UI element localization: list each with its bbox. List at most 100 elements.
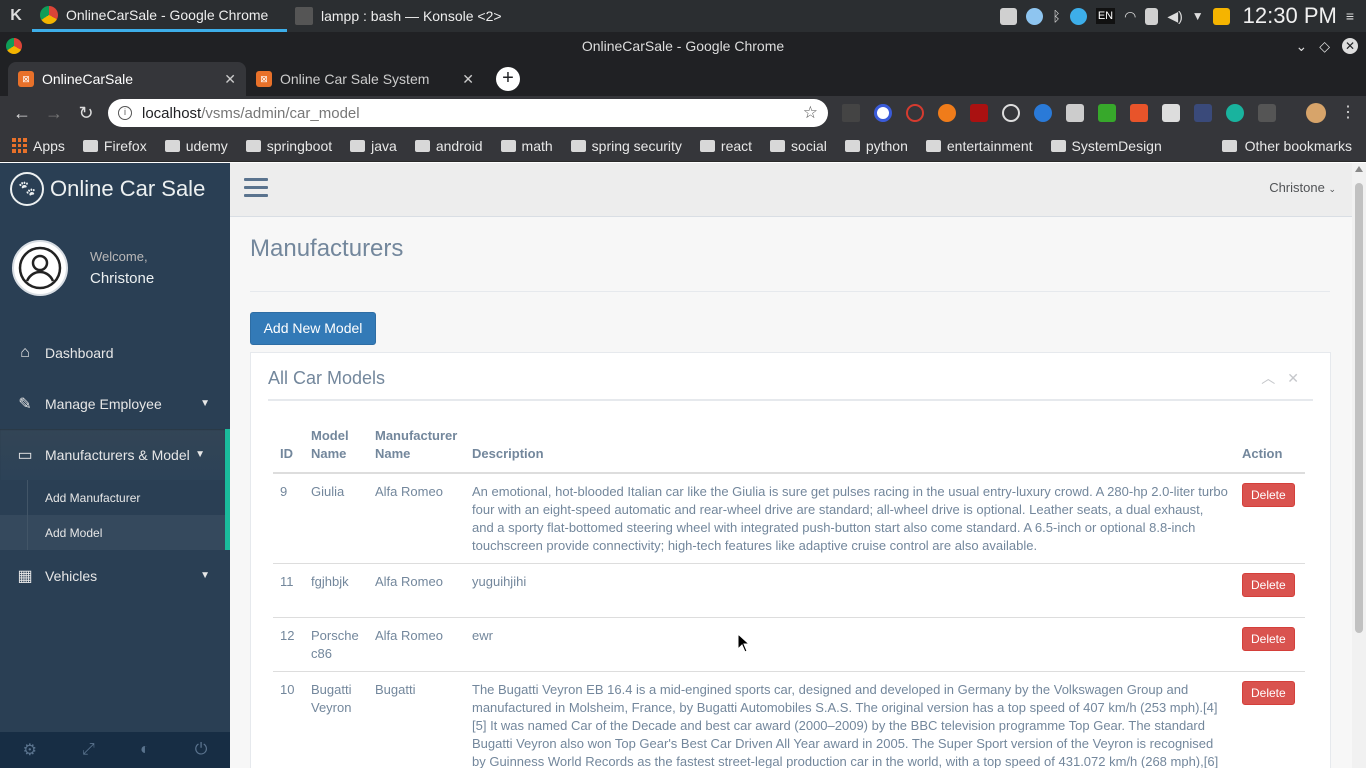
ublock-icon[interactable] [970, 104, 988, 122]
column-header-action[interactable]: Action [1235, 423, 1305, 474]
bookmark-label: social [791, 137, 827, 154]
delete-button[interactable]: Delete [1242, 627, 1295, 651]
bookmark-folder[interactable]: entertainment [925, 138, 1033, 154]
close-icon[interactable]: ✕ [1287, 363, 1299, 393]
settings-icon[interactable]: ⚙ [23, 740, 37, 760]
column-header-model-name[interactable]: Model Name [304, 423, 368, 474]
bookmark-folder[interactable]: SystemDesign [1050, 138, 1162, 154]
bookmark-folder[interactable]: spring security [570, 138, 682, 154]
taskbar-task-chrome[interactable]: OnlineCarSale - Google Chrome [32, 0, 287, 32]
lock-icon[interactable]: ◐ [140, 741, 150, 759]
tab-strip: ⊠ OnlineCarSale ✕ ⊠ Online Car Sale Syst… [0, 60, 1366, 96]
bookmark-star-icon[interactable]: ☆ [803, 103, 818, 123]
submenu-item-add-model[interactable]: Add Model [0, 515, 225, 550]
column-header-id[interactable]: ID [273, 423, 304, 474]
volume-icon[interactable]: ◀) [1167, 8, 1182, 25]
extension-icon[interactable] [1034, 104, 1052, 122]
sidebar-item-manufacturers-model[interactable]: ▭ Manufacturers & Model ▼ [0, 429, 230, 480]
reload-icon[interactable]: ↻ [70, 103, 102, 124]
terminal-icon [295, 7, 313, 25]
cell-description: yuguihjihi [465, 563, 1235, 618]
brand-link[interactable]: 🐾︎ Online Car Sale [0, 163, 230, 215]
extension-icon[interactable] [1130, 104, 1148, 122]
delete-button[interactable]: Delete [1242, 681, 1295, 705]
bookmark-folder[interactable]: social [770, 138, 827, 154]
accessibility-icon[interactable] [1069, 7, 1087, 25]
bookmark-folder[interactable]: android [414, 138, 483, 154]
fullscreen-icon[interactable]: ⤢ [82, 741, 95, 759]
scroll-up-arrow-icon[interactable] [1355, 166, 1363, 172]
logout-icon[interactable]: ⏻ [195, 741, 208, 759]
cell-id: 11 [273, 563, 304, 618]
clipboard-icon[interactable] [1145, 7, 1159, 25]
profile-avatar[interactable] [1306, 103, 1326, 123]
forward-icon[interactable]: → [38, 103, 70, 124]
bluetooth-icon[interactable]: ᛒ [1052, 8, 1060, 24]
panel-title: All Car Models [268, 368, 386, 388]
chrome-menu-icon[interactable]: ⋮ [1340, 105, 1356, 121]
address-bar[interactable]: i localhost/vsms/admin/car_model ☆ [108, 99, 828, 127]
maximize-icon[interactable]: ◇ [1319, 32, 1330, 60]
user-dropdown[interactable]: Christone ⌄ [1269, 180, 1336, 195]
notes-icon[interactable] [1212, 7, 1230, 25]
tray-expand-icon[interactable]: ▼ [1192, 9, 1204, 23]
bookmark-folder[interactable]: java [350, 138, 397, 154]
bookmark-folder[interactable]: react [699, 137, 753, 154]
sidebar-item-manage-employee[interactable]: ✎ Manage Employee ▼ [0, 378, 230, 429]
json-viewer-icon[interactable] [1258, 104, 1276, 122]
close-window-icon[interactable]: ✕ [1342, 38, 1358, 54]
other-bookmarks[interactable]: Other bookmarks [1221, 138, 1352, 154]
bookmark-folder[interactable]: math [500, 138, 553, 154]
column-header-description[interactable]: Description [465, 423, 1235, 474]
battery-icon[interactable] [1000, 7, 1018, 25]
sidebar-item-vehicles[interactable]: ▦ Vehicles ▼ [0, 550, 230, 601]
tab-online-car-sale-system[interactable]: ⊠ Online Car Sale System ✕ [246, 62, 484, 96]
extension-icon[interactable] [842, 104, 860, 122]
taskbar-task-konsole[interactable]: lampp : bash — Konsole <2> [287, 0, 542, 32]
keyboard-layout-indicator[interactable]: EN [1095, 8, 1116, 24]
bookmark-apps[interactable]: Apps [12, 138, 65, 154]
minimize-icon[interactable]: ⌄ [1295, 32, 1307, 60]
close-tab-icon[interactable]: ✕ [462, 71, 474, 88]
extension-icon[interactable] [1226, 104, 1244, 122]
extension-icon[interactable] [1162, 104, 1180, 122]
tab-onlinecarsale[interactable]: ⊠ OnlineCarSale ✕ [8, 62, 246, 96]
cell-manufacturer: Bugatti [368, 671, 465, 768]
extension-icon[interactable] [906, 104, 924, 122]
bookmark-folder[interactable]: udemy [164, 138, 228, 154]
clock[interactable]: 12:30 PM [1243, 3, 1337, 29]
bookmark-folder[interactable]: Firefox [82, 138, 147, 154]
site-info-icon[interactable]: i [118, 106, 132, 120]
cloud-icon[interactable] [1026, 7, 1044, 25]
collapse-icon[interactable]: ︿ [1261, 363, 1275, 393]
menu-icon[interactable]: ≡ [1346, 8, 1354, 24]
page-scrollbar[interactable] [1352, 163, 1366, 768]
new-tab-button[interactable]: + [496, 67, 520, 91]
extension-icon[interactable] [1066, 104, 1084, 122]
react-devtools-icon[interactable] [1002, 104, 1020, 122]
bookmark-folder[interactable]: springboot [245, 138, 332, 154]
home-icon: ⌂ [20, 343, 30, 361]
download-icon[interactable] [1098, 104, 1116, 122]
kde-launcher-icon[interactable]: K [0, 7, 32, 25]
column-header-manufacturer-name[interactable]: Manufacturer Name [368, 423, 465, 474]
scrollbar-thumb[interactable] [1355, 183, 1363, 633]
extension-icon[interactable] [874, 104, 892, 122]
bookmark-label: react [720, 137, 753, 154]
wifi-icon[interactable]: ◠ [1124, 8, 1136, 25]
back-icon[interactable]: ← [6, 103, 38, 124]
folder-icon [82, 139, 98, 152]
close-tab-icon[interactable]: ✕ [224, 71, 236, 88]
submenu-item-add-manufacturer[interactable]: Add Manufacturer [0, 480, 225, 515]
extension-icon[interactable] [1194, 104, 1212, 122]
add-new-model-button[interactable]: Add New Model [250, 312, 376, 345]
sidebar-item-dashboard[interactable]: ⌂ Dashboard [0, 327, 230, 378]
bookmark-folder[interactable]: python [844, 138, 908, 154]
cell-description: The Bugatti Veyron EB 16.4 is a mid-engi… [465, 671, 1235, 768]
extension-icon[interactable] [938, 104, 956, 122]
window-titlebar: OnlineCarSale - Google Chrome ⌄ ◇ ✕ [0, 32, 1366, 60]
delete-button[interactable]: Delete [1242, 573, 1295, 597]
cell-action: Delete [1235, 671, 1305, 768]
delete-button[interactable]: Delete [1242, 483, 1295, 507]
menu-toggle-icon[interactable] [244, 178, 268, 202]
